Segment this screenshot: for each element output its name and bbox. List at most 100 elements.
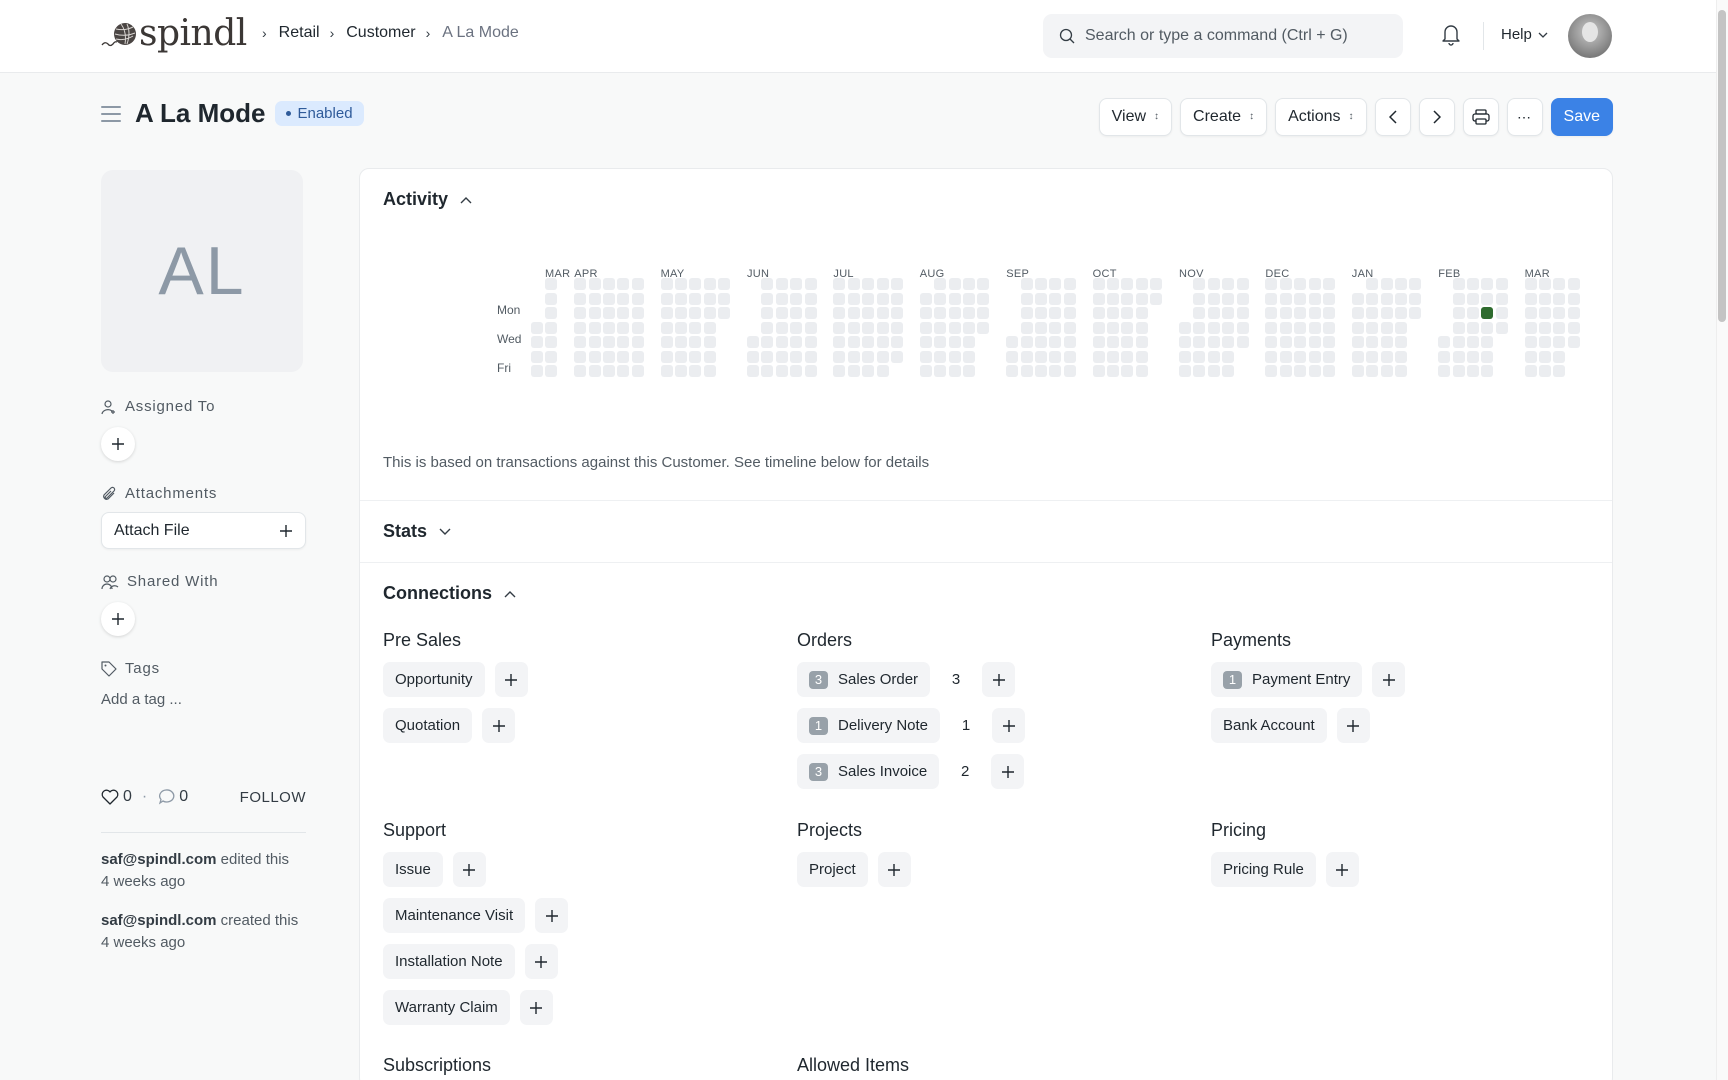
heatmap-cell[interactable] — [790, 292, 803, 305]
heatmap-cell[interactable] — [531, 350, 543, 363]
heatmap-cell[interactable] — [1395, 321, 1407, 334]
heart-icon[interactable] — [101, 789, 119, 805]
heatmap-cell[interactable] — [963, 365, 975, 377]
heatmap-cell[interactable] — [675, 365, 687, 377]
heatmap-cell[interactable] — [675, 350, 687, 363]
heatmap-cell[interactable] — [1121, 278, 1134, 290]
heatmap-cell[interactable] — [588, 350, 601, 363]
heatmap-cell[interactable] — [1179, 321, 1191, 334]
heatmap-cell[interactable] — [775, 292, 788, 305]
heatmap-cell[interactable] — [718, 278, 731, 290]
heatmap-cell[interactable] — [790, 336, 803, 348]
heatmap-cell[interactable] — [1351, 292, 1364, 305]
activity-section-toggle[interactable]: Activity — [383, 189, 472, 210]
heatmap-cell[interactable] — [545, 321, 558, 334]
heatmap-cell[interactable] — [948, 350, 961, 363]
logo[interactable]: spindl — [101, 16, 247, 52]
heatmap-cell[interactable] — [631, 307, 644, 319]
heatmap-cell[interactable] — [891, 307, 903, 319]
heatmap-cell[interactable] — [531, 365, 543, 377]
heatmap-cell[interactable] — [790, 321, 803, 334]
heatmap-cell[interactable] — [862, 278, 875, 290]
heatmap-cell[interactable] — [1020, 336, 1033, 348]
new-delivery-note-button[interactable] — [992, 708, 1026, 743]
heatmap-cell[interactable] — [847, 292, 860, 305]
heatmap-cell[interactable] — [804, 278, 817, 290]
heatmap-cell[interactable] — [660, 278, 673, 290]
heatmap-cell[interactable] — [1179, 365, 1191, 377]
heatmap-cell[interactable] — [1308, 350, 1321, 363]
heatmap-cell[interactable] — [847, 278, 860, 290]
heatmap-cell[interactable] — [1323, 278, 1335, 290]
heatmap-cell[interactable] — [603, 321, 615, 334]
heatmap-cell[interactable] — [891, 292, 903, 305]
heatmap-cell[interactable] — [1107, 365, 1119, 377]
heatmap-cell[interactable] — [1395, 307, 1407, 319]
heatmap-cell[interactable] — [1553, 321, 1566, 334]
heatmap-cell[interactable] — [1193, 321, 1206, 334]
heatmap-cell[interactable] — [1092, 278, 1105, 290]
more-button[interactable]: ⋯ — [1506, 98, 1543, 136]
heatmap-cell[interactable] — [1395, 350, 1407, 363]
heatmap-cell[interactable] — [1409, 307, 1422, 319]
heatmap-cell[interactable] — [1107, 350, 1119, 363]
heatmap-cell[interactable] — [1207, 321, 1220, 334]
save-button[interactable]: Save — [1550, 98, 1613, 136]
heatmap-cell[interactable] — [1107, 336, 1119, 348]
heatmap-cell[interactable] — [1351, 307, 1364, 319]
heatmap-cell[interactable] — [1351, 336, 1364, 348]
heatmap-cell[interactable] — [718, 292, 731, 305]
new-opportunity-button[interactable] — [494, 662, 528, 697]
heatmap-cell[interactable] — [977, 321, 990, 334]
heatmap-cell[interactable] — [891, 350, 903, 363]
heatmap-cell[interactable] — [963, 278, 975, 290]
heatmap-cell[interactable] — [1495, 292, 1508, 305]
heatmap-cell[interactable] — [1265, 365, 1278, 377]
heatmap-cell[interactable] — [1366, 321, 1379, 334]
heatmap-cell[interactable] — [934, 336, 947, 348]
heatmap-cell[interactable] — [1351, 365, 1364, 377]
heatmap-cell[interactable] — [862, 307, 875, 319]
heatmap-cell[interactable] — [862, 365, 875, 377]
notifications-button[interactable] — [1440, 22, 1462, 51]
heatmap-cell[interactable] — [1467, 365, 1479, 377]
heatmap-cell[interactable] — [1539, 292, 1551, 305]
heatmap-cell[interactable] — [876, 307, 889, 319]
heatmap-cell[interactable] — [977, 292, 990, 305]
heatmap-cell[interactable] — [631, 292, 644, 305]
sales-order-link[interactable]: 3 Sales Order — [797, 662, 931, 697]
heatmap-cell[interactable] — [1150, 278, 1163, 290]
follow-button[interactable]: FOLLOW — [240, 789, 306, 806]
heatmap-cell[interactable] — [675, 321, 687, 334]
heatmap-cell[interactable] — [603, 365, 615, 377]
heatmap-cell[interactable] — [1438, 365, 1451, 377]
heatmap-cell[interactable] — [804, 350, 817, 363]
heatmap-cell[interactable] — [1467, 336, 1479, 348]
heatmap-cell[interactable] — [1279, 336, 1292, 348]
heatmap-cell[interactable] — [1409, 278, 1422, 290]
heatmap-cell[interactable] — [1553, 336, 1566, 348]
heatmap-cell[interactable] — [1524, 365, 1537, 377]
heatmap-cell[interactable] — [1265, 350, 1278, 363]
heatmap-cell[interactable] — [1020, 321, 1033, 334]
heatmap-cell[interactable] — [1236, 292, 1249, 305]
heatmap-cell[interactable] — [1092, 365, 1105, 377]
new-sales-invoice-button[interactable] — [991, 754, 1025, 789]
heatmap-cell[interactable] — [1567, 292, 1580, 305]
heatmap-cell[interactable] — [1092, 292, 1105, 305]
help-dropdown[interactable]: Help — [1501, 26, 1548, 43]
heatmap-cell[interactable] — [1452, 321, 1465, 334]
heatmap-cell[interactable] — [1063, 321, 1076, 334]
heatmap-cell[interactable] — [545, 350, 558, 363]
heatmap-cell[interactable] — [948, 278, 961, 290]
customer-image[interactable]: AL — [101, 170, 303, 372]
new-issue-button[interactable] — [452, 852, 486, 887]
heatmap-cell[interactable] — [545, 307, 558, 319]
heatmap-cell[interactable] — [1308, 292, 1321, 305]
heatmap-cell[interactable] — [790, 365, 803, 377]
heatmap-cell[interactable] — [1020, 278, 1033, 290]
add-tag-link[interactable]: Add a tag ... — [101, 691, 306, 708]
heatmap-cell[interactable] — [1265, 292, 1278, 305]
heatmap-cell[interactable] — [617, 278, 630, 290]
heatmap-cell[interactable] — [761, 321, 774, 334]
